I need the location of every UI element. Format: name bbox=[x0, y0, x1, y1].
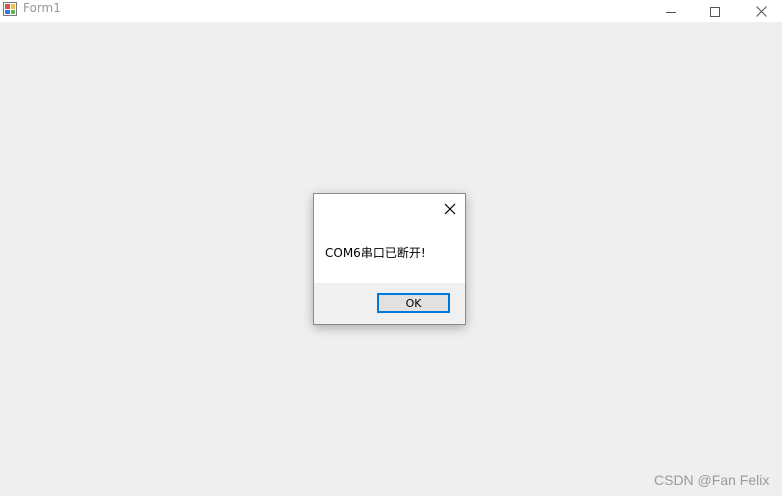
minimize-icon bbox=[666, 2, 676, 21]
message-box: COM6串口已断开! OK bbox=[313, 193, 466, 325]
dialog-footer: OK bbox=[314, 283, 465, 324]
dialog-close-button[interactable] bbox=[441, 200, 459, 218]
main-window: Form1 COM6串口已断开! OK CSDN @Fan Felix bbox=[0, 0, 782, 496]
app-icon[interactable] bbox=[3, 1, 17, 16]
minimize-button[interactable] bbox=[648, 0, 694, 22]
close-icon bbox=[755, 2, 767, 21]
maximize-button[interactable] bbox=[692, 0, 738, 22]
title-bar[interactable]: Form1 bbox=[0, 0, 782, 22]
maximize-icon bbox=[710, 2, 720, 21]
close-icon bbox=[444, 200, 456, 219]
dialog-message: COM6串口已断开! bbox=[325, 246, 426, 260]
watermark: CSDN @Fan Felix bbox=[654, 472, 770, 488]
close-window-button[interactable] bbox=[738, 0, 782, 22]
window-title: Form1 bbox=[23, 1, 61, 15]
ok-button[interactable]: OK bbox=[377, 293, 450, 313]
